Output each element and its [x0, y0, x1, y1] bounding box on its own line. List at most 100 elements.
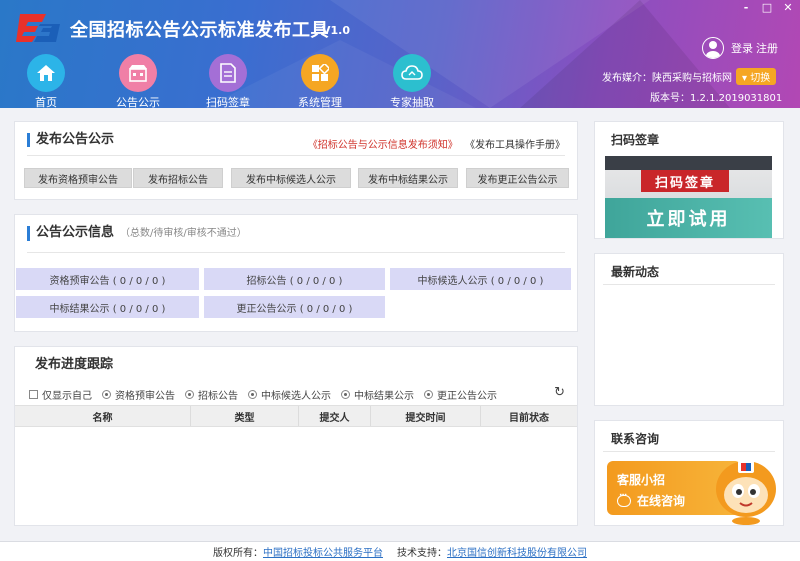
cloud-icon: [393, 54, 431, 92]
filter-label: 中标结果公示: [354, 391, 414, 402]
filter-label: 招标公告: [198, 391, 238, 402]
shop-icon: [119, 54, 157, 92]
nav-label: 扫码签章: [206, 96, 250, 108]
login-link[interactable]: 登录: [731, 40, 753, 56]
footer: 版权所有： 中国招标投标公共服务平台 技术支持： 北京国信创新科技股份有限公司: [0, 541, 800, 561]
checkbox-icon: [29, 390, 38, 399]
panel-title-text: 扫码签章: [611, 133, 660, 147]
radio-icon: [341, 390, 350, 399]
divider: [603, 284, 775, 285]
panel-title-text: 最新动态: [611, 265, 660, 279]
filter-label: 资格预审公告: [115, 391, 175, 402]
radio-icon: [185, 390, 194, 399]
divider: [27, 252, 565, 253]
app-title: 全国招标公告公示标准发布工具: [70, 20, 329, 41]
publish-result-button[interactable]: 发布中标结果公示: [358, 168, 458, 188]
switch-publisher-button[interactable]: ▾ 切换: [736, 68, 777, 85]
news-panel: 最新动态: [594, 253, 784, 406]
nav-label: 系统管理: [298, 96, 342, 108]
app-logo-icon: [16, 14, 60, 42]
online-consult-label: 在线咨询: [617, 491, 686, 509]
consult-text: 在线咨询: [637, 494, 686, 508]
publish-candidate-button[interactable]: 发布中标候选人公示: [231, 168, 351, 188]
info-panel: 公告公示信息 （总数/待审核/审核不通过） 资格预审公告 ( 0 / 0 / 0 …: [14, 214, 578, 332]
app-header: 全国招标公告公示标准发布工具 V1.0 - □ ✕ 首页 公告公示 扫码签章 系…: [0, 0, 800, 108]
copyright-label: 版权所有：: [213, 548, 263, 559]
column-header-name[interactable]: 名称: [15, 406, 191, 426]
scan-sign-banner[interactable]: 扫码签章 立即试用: [605, 156, 772, 238]
filter-radio-prequal[interactable]: 资格预审公告: [102, 387, 175, 402]
notice-link[interactable]: 《招标公告与公示信息发布须知》: [308, 140, 458, 151]
scan-sign-panel: 扫码签章 扫码签章 立即试用: [594, 121, 784, 239]
progress-table-header: 名称 类型 提交人 提交时间 目前状态: [15, 405, 577, 427]
publish-correction-button[interactable]: 发布更正公告公示: [466, 168, 569, 188]
filter-radio-tender[interactable]: 招标公告: [185, 387, 238, 402]
column-header-submitter[interactable]: 提交人: [299, 406, 371, 426]
panel-title-text: 发布公告公示: [36, 132, 115, 147]
panel-title-text: 公告公示信息: [36, 225, 115, 240]
try-now-button[interactable]: 立即试用: [605, 198, 772, 238]
nav-label: 专家抽取: [390, 96, 434, 108]
publisher-label: 发布媒介：陕西采购与招标网: [602, 73, 732, 84]
filter-label: 仅显示自己: [42, 391, 92, 402]
nav-home[interactable]: 首页: [16, 54, 76, 108]
filter-radio-correction[interactable]: 更正公告公示: [424, 387, 497, 402]
minimize-button[interactable]: -: [739, 1, 753, 14]
progress-filters: 仅显示自己 资格预审公告 招标公告 中标候选人公示 中标结果公示 更正公告公示: [29, 387, 507, 402]
scan-panel-title: 扫码签章: [607, 133, 659, 147]
copyright-link[interactable]: 中国招标投标公共服务平台: [263, 544, 383, 559]
refresh-icon[interactable]: ↻: [554, 385, 565, 400]
progress-panel: 发布进度跟踪 仅显示自己 资格预审公告 招标公告 中标候选人公示 中标结果公示 …: [14, 346, 578, 526]
column-header-type[interactable]: 类型: [191, 406, 299, 426]
filter-label: 中标候选人公示: [261, 391, 331, 402]
filter-label: 更正公告公示: [437, 391, 497, 402]
close-button[interactable]: ✕: [781, 1, 795, 14]
contact-panel: 联系咨询 客服小招 在线咨询: [594, 420, 784, 526]
nav-label: 首页: [35, 96, 57, 108]
contact-panel-title: 联系咨询: [607, 432, 659, 446]
user-area: 登录 注册: [702, 37, 778, 59]
home-icon: [27, 54, 65, 92]
service-name: 客服小招: [617, 473, 666, 487]
stat-result[interactable]: 中标结果公示 ( 0 / 0 / 0 ): [16, 296, 199, 318]
panel-title-text: 发布进度跟踪: [35, 357, 114, 372]
support-label: 技术支持：: [397, 548, 447, 559]
only-mine-checkbox[interactable]: 仅显示自己: [29, 387, 92, 402]
document-icon: [209, 54, 247, 92]
chat-icon: [617, 491, 631, 507]
column-header-submit-time[interactable]: 提交时间: [371, 406, 481, 426]
publish-prequal-button[interactable]: 发布资格预审公告: [24, 168, 132, 188]
divider: [27, 155, 565, 156]
publish-panel: 发布公告公示 《招标公告与公示信息发布须知》 《发布工具操作手册》 发布资格预审…: [14, 121, 578, 200]
nav-label: 公告公示: [116, 96, 160, 108]
grid-icon: [301, 54, 339, 92]
nav-system-management[interactable]: 系统管理: [290, 54, 350, 108]
progress-panel-title: 发布进度跟踪: [27, 358, 113, 372]
support-link[interactable]: 北京国信创新科技股份有限公司: [447, 544, 587, 559]
publish-tender-button[interactable]: 发布招标公告: [133, 168, 223, 188]
mascot-icon: [716, 461, 776, 525]
stat-prequal[interactable]: 资格预审公告 ( 0 / 0 / 0 ): [16, 268, 199, 290]
publish-panel-title: 发布公告公示: [27, 133, 114, 147]
stat-tender[interactable]: 招标公告 ( 0 / 0 / 0 ): [204, 268, 385, 290]
radio-icon: [424, 390, 433, 399]
filter-radio-result[interactable]: 中标结果公示: [341, 387, 414, 402]
publisher-info: 发布媒介：陕西采购与招标网 ▾ 切换: [602, 68, 777, 85]
maximize-button[interactable]: □: [760, 1, 774, 14]
panel-title-text: 联系咨询: [611, 432, 660, 446]
filter-radio-candidate[interactable]: 中标候选人公示: [248, 387, 331, 402]
stat-candidate[interactable]: 中标候选人公示 ( 0 / 0 / 0 ): [390, 268, 571, 290]
radio-icon: [102, 390, 111, 399]
register-link[interactable]: 注册: [756, 40, 778, 56]
info-subtitle: （总数/待审核/审核不通过）: [120, 228, 247, 239]
column-header-status[interactable]: 目前状态: [481, 406, 577, 426]
nav-scan-sign[interactable]: 扫码签章: [198, 54, 258, 108]
avatar-icon[interactable]: [702, 37, 724, 59]
manual-link[interactable]: 《发布工具操作手册》: [465, 140, 565, 151]
nav-announcements[interactable]: 公告公示: [108, 54, 168, 108]
info-panel-title: 公告公示信息 （总数/待审核/审核不通过）: [27, 226, 247, 241]
stat-correction[interactable]: 更正公告公示 ( 0 / 0 / 0 ): [204, 296, 385, 318]
nav-expert-extraction[interactable]: 专家抽取: [382, 54, 442, 108]
news-panel-title: 最新动态: [607, 265, 659, 279]
guide-links: 《招标公告与公示信息发布须知》 《发布工具操作手册》: [308, 136, 565, 151]
